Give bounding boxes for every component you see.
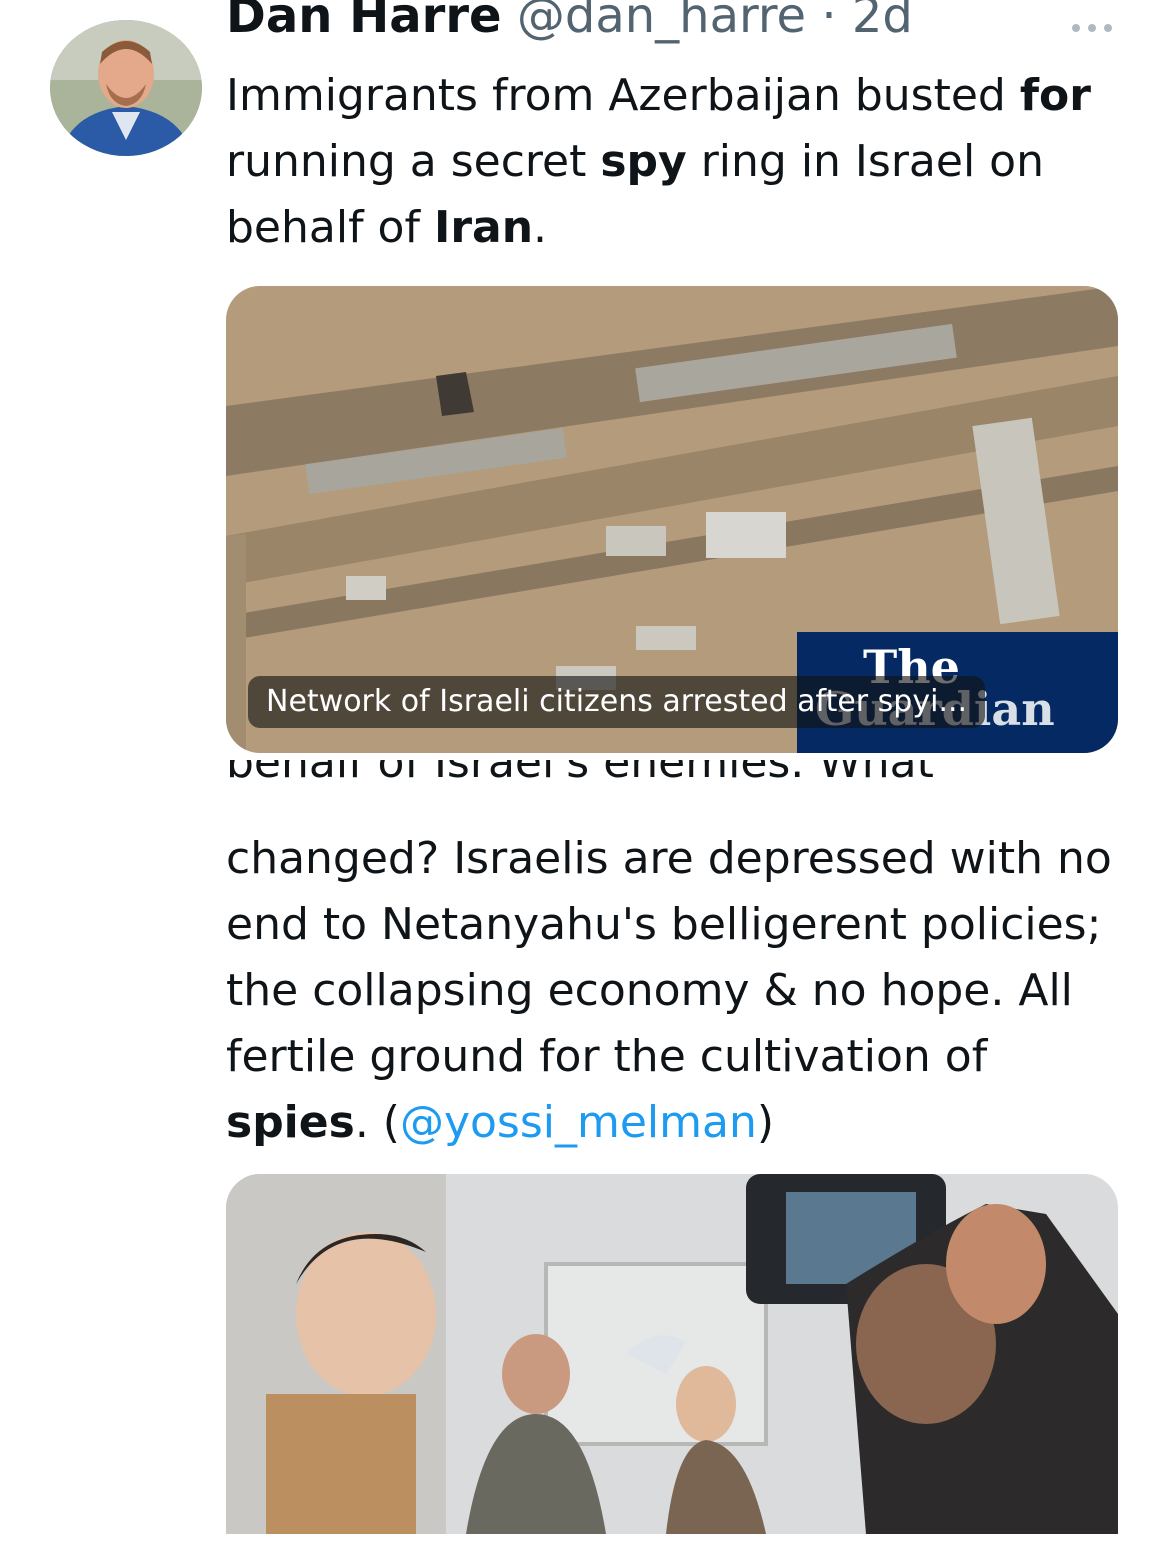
avatar[interactable] <box>50 20 202 156</box>
post-time[interactable]: 2d <box>852 0 913 44</box>
card-caption[interactable]: Network of Israeli citizens arrested aft… <box>248 676 986 728</box>
bold-keyword: spy <box>600 136 687 187</box>
courtroom-photo <box>226 1174 1118 1534</box>
mention-link[interactable]: @yossi_melman <box>400 1097 757 1148</box>
more-horizontal-icon[interactable] <box>1068 16 1116 40</box>
avatar-photo <box>50 20 202 156</box>
author-name[interactable]: Dan Harre <box>226 0 502 44</box>
bold-keyword: Iran <box>433 202 534 253</box>
text-segment: running a secret <box>226 136 601 187</box>
separator-dot: · <box>821 0 837 44</box>
post-text: behalf of Israel's enemies. What changed?… <box>226 760 1126 1148</box>
link-card[interactable]: The Guardian Network of Israeli citizens… <box>226 286 1118 753</box>
post-text: Immigrants from Azerbaijan busted for ru… <box>226 63 1126 261</box>
text-segment: behalf of Israel's enemies. What <box>226 760 934 788</box>
post-photo[interactable] <box>226 1174 1118 1534</box>
post-header: Dan Harre @dan_harre · 2d <box>226 0 913 46</box>
text-line-clipped: behalf of Israel's enemies. What <box>226 760 1126 826</box>
text-segment: changed? Israelis are depressed with no … <box>226 833 1112 1082</box>
text-segment: . <box>533 202 548 253</box>
author-handle[interactable]: @dan_harre <box>517 0 806 44</box>
text-segment: Immigrants from Azerbaijan busted <box>226 70 1020 121</box>
bold-keyword: for <box>1019 70 1091 121</box>
text-segment: ) <box>756 1097 775 1148</box>
bold-keyword: spies <box>226 1097 355 1148</box>
text-segment: . ( <box>354 1097 400 1148</box>
